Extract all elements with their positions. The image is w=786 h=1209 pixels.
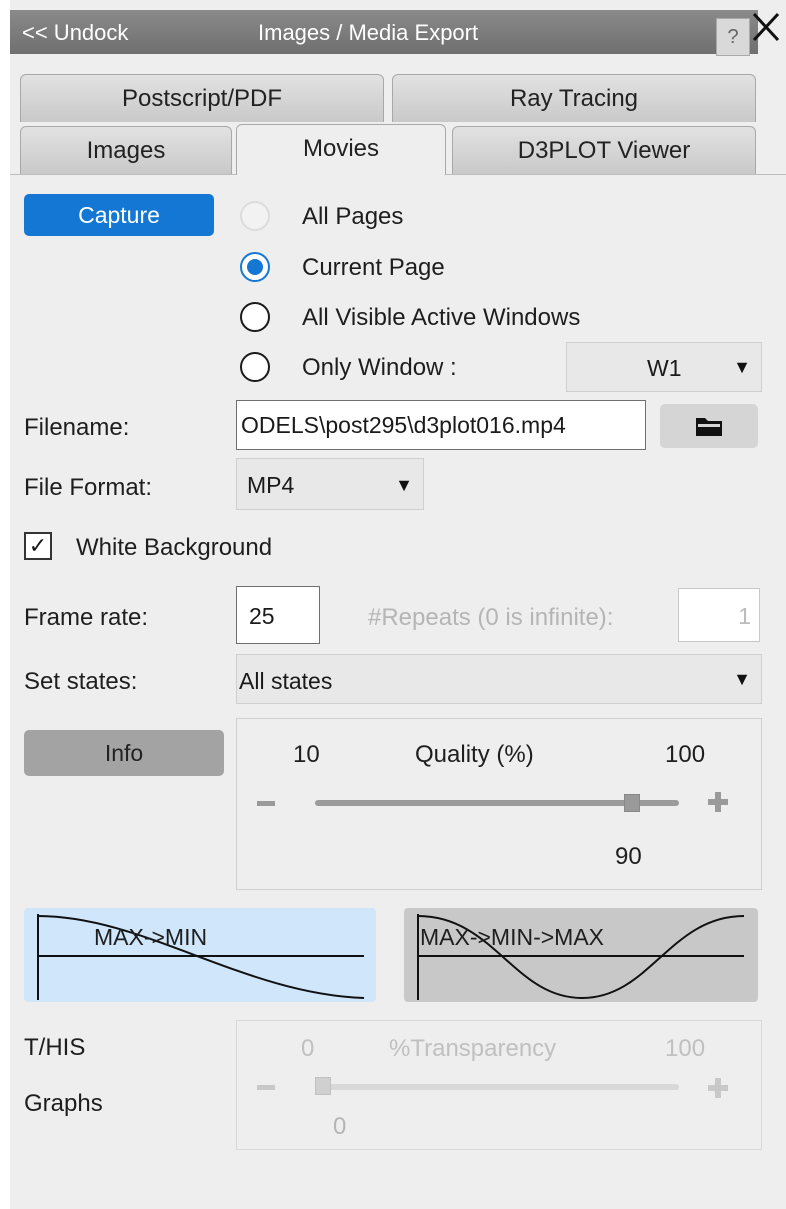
mode-max-min-max-label: MAX->MIN->MAX <box>420 924 605 950</box>
help-button[interactable]: ? <box>716 18 750 56</box>
filename-label: Filename: <box>24 414 130 441</box>
thistory-label-line1: T/HIS <box>24 1034 86 1061</box>
folder-icon <box>696 418 722 436</box>
chevron-down-icon: ▼ <box>395 475 413 495</box>
radio-only-window-label: Only Window : <box>302 354 457 381</box>
mode-max-min-max-button[interactable]: MAX->MIN->MAX <box>404 908 758 1002</box>
transparency-slider-thumb[interactable] <box>315 1077 331 1095</box>
quality-min-label: 10 <box>293 741 320 768</box>
quality-max-label: 100 <box>665 741 706 768</box>
quality-value: 90 <box>615 843 642 870</box>
close-icon <box>752 12 780 42</box>
filename-value: ODELS\post295\d3plot016.mp4 <box>241 412 566 438</box>
window-select[interactable]: W1 ▼ <box>566 342 762 392</box>
transparency-min-label: 0 <box>301 1035 315 1062</box>
radio-all-pages-label: All Pages <box>302 203 404 230</box>
transparency-slider[interactable] <box>315 1084 679 1090</box>
file-format-select[interactable]: MP4 ▼ <box>236 458 424 510</box>
title-bar: << Undock Images / Media Export ? <box>10 10 758 56</box>
tab-images[interactable]: Images <box>20 126 232 174</box>
frame-rate-value: 25 <box>249 603 275 629</box>
window-select-value: W1 <box>647 355 682 381</box>
radio-only-window[interactable] <box>240 352 270 382</box>
frame-rate-label: Frame rate: <box>24 604 149 631</box>
tab-d3plot-viewer[interactable]: D3PLOT Viewer <box>452 126 756 174</box>
radio-current-page[interactable] <box>240 252 270 282</box>
undock-button[interactable]: << Undock <box>22 20 128 46</box>
set-states-label: Set states: <box>24 668 138 695</box>
repeats-label: #Repeats (0 is infinite): <box>368 604 614 631</box>
quality-panel: 10 Quality (%) 100 90 <box>236 718 762 890</box>
quality-slider-thumb[interactable] <box>624 794 641 812</box>
file-format-label: File Format: <box>24 474 153 501</box>
tab-postscript-pdf[interactable]: Postscript/PDF <box>20 74 384 122</box>
set-states-value: All states <box>239 668 333 694</box>
transparency-max-label: 100 <box>665 1035 706 1062</box>
quality-decrease-icon[interactable] <box>257 801 275 806</box>
radio-all-visible-windows[interactable] <box>240 302 270 332</box>
transparency-title: %Transparency <box>389 1035 557 1062</box>
browse-button[interactable] <box>660 404 758 448</box>
max-min-curve-icon <box>37 914 365 1000</box>
transparency-decrease-icon[interactable] <box>257 1085 275 1090</box>
chevron-down-icon: ▼ <box>733 669 751 689</box>
transparency-increase-icon[interactable] <box>707 1077 729 1099</box>
white-background-checkbox[interactable]: ✓ <box>24 532 52 560</box>
filename-input[interactable]: ODELS\post295\d3plot016.mp4 <box>236 400 646 450</box>
repeats-value: 1 <box>738 603 751 629</box>
thistory-label-line2: Graphs <box>24 1090 103 1117</box>
radio-all-visible-windows-label: All Visible Active Windows <box>302 304 581 331</box>
mode-max-min-button[interactable]: MAX->MIN <box>24 908 376 1002</box>
radio-all-pages[interactable] <box>240 201 270 231</box>
window-title: Images / Media Export <box>258 20 479 45</box>
white-background-label: White Background <box>76 534 273 561</box>
info-button[interactable]: Info <box>24 730 224 776</box>
set-states-select[interactable]: All states ▼ <box>236 654 762 704</box>
max-min-max-curve-icon <box>417 914 745 1000</box>
file-format-value: MP4 <box>247 472 295 498</box>
mode-max-min-label: MAX->MIN <box>94 924 208 950</box>
chevron-down-icon: ▼ <box>733 357 751 377</box>
checkmark-icon: ✓ <box>28 533 48 558</box>
quality-title: Quality (%) <box>415 741 534 768</box>
frame-rate-input[interactable]: 25 <box>236 586 320 644</box>
quality-increase-icon[interactable] <box>707 791 729 813</box>
capture-button[interactable]: Capture <box>24 194 214 236</box>
tab-ray-tracing[interactable]: Ray Tracing <box>392 74 756 122</box>
tab-movies[interactable]: Movies <box>236 124 446 175</box>
repeats-input[interactable]: 1 <box>678 588 760 642</box>
transparency-panel: 0 %Transparency 100 0 <box>236 1020 762 1150</box>
radio-current-page-label: Current Page <box>302 254 445 281</box>
transparency-value: 0 <box>333 1113 347 1140</box>
close-button[interactable] <box>748 4 784 48</box>
